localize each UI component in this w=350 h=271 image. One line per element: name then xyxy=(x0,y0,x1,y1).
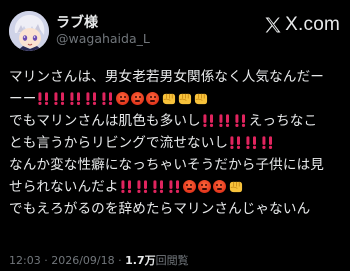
double-exclamation-icon xyxy=(136,180,147,193)
post-card: ラブ様 @wagahaida_L X.com マリンさんは、男女老若男女関係なく… xyxy=(0,0,350,271)
post-line: なんか変な性癖になっちゃいそうだから子供には見 xyxy=(9,154,344,176)
emoji-run xyxy=(228,135,276,151)
double-exclamation-icon xyxy=(120,180,131,193)
display-name[interactable]: ラブ様 xyxy=(56,12,98,32)
double-exclamation-icon xyxy=(152,180,163,193)
x-logo-icon xyxy=(265,17,281,33)
post-line: とも言うからリビングで流せないし xyxy=(9,132,344,154)
double-exclamation-icon xyxy=(102,92,113,105)
anime-character-avatar-icon xyxy=(9,11,49,51)
post-date[interactable]: 2026/09/18 xyxy=(51,254,114,267)
brand[interactable]: X.com xyxy=(263,14,340,36)
angry-face-icon xyxy=(197,180,211,193)
post-line: せられないんだよ xyxy=(9,176,344,198)
brand-text: X.com xyxy=(285,14,340,35)
views-label: 回閲覧 xyxy=(155,254,189,267)
post-line: マリンさんは、男女老若男女関係なく人気なんだー xyxy=(9,66,344,88)
post-line-text: なんか変な性癖になっちゃいそうだから子供には見 xyxy=(9,157,324,173)
double-exclamation-icon xyxy=(70,92,81,105)
post-line: でもマリンさんは肌色も多いし えっちなこ xyxy=(9,110,344,132)
user-handle[interactable]: @wagahaida_L xyxy=(56,31,150,46)
post-line-text: とも言うからリビングで流せないし xyxy=(9,135,229,151)
post-meta: 12:03 · 2026/09/18 · 1.7万回閲覧 xyxy=(9,252,189,268)
double-exclamation-icon xyxy=(168,180,179,193)
post-line-text: でもマリンさんは肌色も多いし xyxy=(9,113,201,129)
post-line-text: ーー xyxy=(9,91,37,107)
angry-face-icon xyxy=(182,180,196,193)
angry-face-icon xyxy=(131,92,145,105)
oncoming-fist-icon xyxy=(179,93,192,105)
double-exclamation-icon xyxy=(262,136,273,149)
angry-face-icon xyxy=(212,180,226,193)
post-line-text: マリンさんは、男女老若男女関係なく人気なんだー xyxy=(9,69,324,85)
post-line-text: でもえろがるのを辞めたらマリンさんじゃないん xyxy=(9,201,311,217)
emoji-run xyxy=(201,113,249,129)
emoji-run xyxy=(36,91,209,107)
double-exclamation-icon xyxy=(38,92,49,105)
meta-separator: · xyxy=(118,254,122,267)
double-exclamation-icon xyxy=(246,136,257,149)
angry-face-icon xyxy=(116,92,130,105)
double-exclamation-icon xyxy=(230,136,241,149)
double-exclamation-icon xyxy=(235,114,245,127)
meta-separator: · xyxy=(44,254,48,267)
oncoming-fist-icon xyxy=(229,181,242,193)
double-exclamation-icon xyxy=(86,92,97,105)
emoji-run xyxy=(119,179,244,195)
double-exclamation-icon xyxy=(203,114,213,127)
oncoming-fist-icon xyxy=(163,93,176,105)
avatar[interactable] xyxy=(9,11,49,51)
post-line-text: せられないんだよ xyxy=(9,179,119,195)
post-line-text: えっちなこ xyxy=(248,113,318,129)
oncoming-fist-icon xyxy=(195,93,208,105)
views-count: 1.7万 xyxy=(125,254,156,267)
double-exclamation-icon xyxy=(219,114,229,127)
angry-face-icon xyxy=(146,92,160,105)
post-line: でもえろがるのを辞めたらマリンさんじゃないん xyxy=(9,198,344,220)
post-line: ーー xyxy=(9,88,344,110)
post-body: マリンさんは、男女老若男女関係なく人気なんだー ーー でもマリンさんは肌色も多い… xyxy=(9,66,344,220)
post-time[interactable]: 12:03 xyxy=(9,254,41,267)
double-exclamation-icon xyxy=(54,92,65,105)
